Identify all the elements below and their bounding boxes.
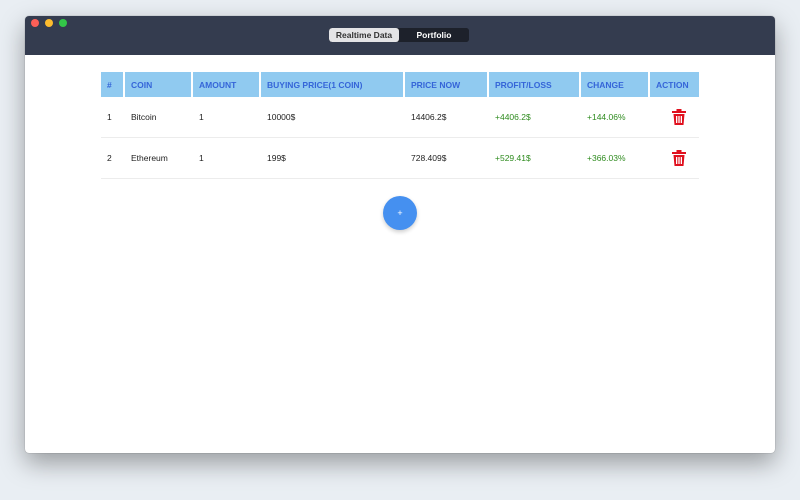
row-change: +366.03% bbox=[581, 138, 650, 179]
tab-portfolio[interactable]: Portfolio bbox=[399, 28, 469, 42]
portfolio-table: # COIN AMOUNT BUYING PRICE(1 COIN) PRICE… bbox=[101, 72, 699, 179]
title-bar: Realtime Data Portfolio bbox=[25, 16, 775, 55]
header-buying-price: BUYING PRICE(1 COIN) bbox=[261, 72, 405, 97]
maximize-window-button[interactable] bbox=[59, 19, 67, 27]
header-profit-loss: PROFIT/LOSS bbox=[489, 72, 581, 97]
row-index: 1 bbox=[101, 97, 125, 138]
app-window: Realtime Data Portfolio # COIN AMOUNT BU… bbox=[25, 16, 775, 453]
row-action bbox=[650, 97, 699, 138]
header-price-now: PRICE NOW bbox=[405, 72, 489, 97]
row-price-now: 14406.2$ bbox=[405, 97, 489, 138]
view-segmented-control: Realtime Data Portfolio bbox=[329, 28, 469, 42]
table-row: 1 Bitcoin 1 10000$ 14406.2$ +4406.2$ +14… bbox=[101, 97, 699, 138]
header-change: CHANGE bbox=[581, 72, 650, 97]
row-price-now: 728.409$ bbox=[405, 138, 489, 179]
header-index: # bbox=[101, 72, 125, 97]
row-coin: Ethereum bbox=[125, 138, 193, 179]
table-row: 2 Ethereum 1 199$ 728.409$ +529.41$ +366… bbox=[101, 138, 699, 179]
minimize-window-button[interactable] bbox=[45, 19, 53, 27]
header-action: ACTION bbox=[650, 72, 699, 97]
row-buying-price: 10000$ bbox=[261, 97, 405, 138]
close-window-button[interactable] bbox=[31, 19, 39, 27]
window-controls bbox=[31, 19, 67, 27]
header-amount: AMOUNT bbox=[193, 72, 261, 97]
row-amount: 1 bbox=[193, 138, 261, 179]
row-amount: 1 bbox=[193, 97, 261, 138]
header-coin: COIN bbox=[125, 72, 193, 97]
table-header-row: # COIN AMOUNT BUYING PRICE(1 COIN) PRICE… bbox=[101, 72, 699, 97]
row-coin: Bitcoin bbox=[125, 97, 193, 138]
row-change: +144.06% bbox=[581, 97, 650, 138]
add-coin-button[interactable]: + bbox=[383, 196, 417, 230]
trash-icon[interactable] bbox=[672, 109, 686, 125]
trash-icon[interactable] bbox=[672, 150, 686, 166]
row-action bbox=[650, 138, 699, 179]
row-profit-loss: +4406.2$ bbox=[489, 97, 581, 138]
row-profit-loss: +529.41$ bbox=[489, 138, 581, 179]
row-index: 2 bbox=[101, 138, 125, 179]
tab-realtime-data[interactable]: Realtime Data bbox=[329, 28, 399, 42]
row-buying-price: 199$ bbox=[261, 138, 405, 179]
